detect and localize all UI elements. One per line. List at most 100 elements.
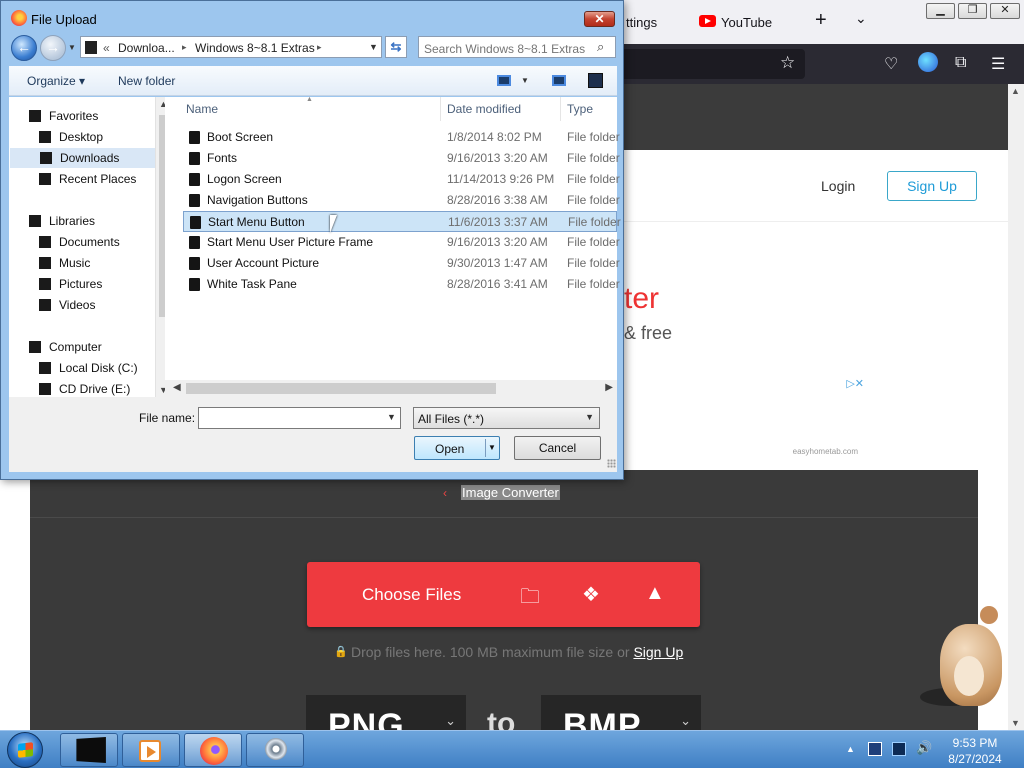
- minimize-button[interactable]: ▁: [926, 3, 955, 19]
- chevron-left-icon[interactable]: ‹: [443, 486, 447, 500]
- nav-item-recent-places[interactable]: Recent Places: [39, 169, 155, 189]
- file-row-selected[interactable]: Start Menu Button 11/6/2013 3:37 AM File f…: [183, 211, 621, 232]
- file-row[interactable]: Navigation Buttons 8/28/2016 3:38 AM File …: [183, 190, 620, 211]
- search-icon[interactable]: ⌕: [597, 39, 604, 55]
- show-hidden-icons[interactable]: ▲: [846, 744, 855, 754]
- column-divider[interactable]: [560, 97, 561, 121]
- address-segment-extras[interactable]: Windows 8~8.1 Extras: [195, 41, 315, 55]
- documents-icon: [39, 236, 51, 248]
- advertisement[interactable]: ▷✕ easyhometab.com: [620, 375, 870, 460]
- help-icon[interactable]: [588, 73, 603, 88]
- chevron-down-icon: ▼: [585, 412, 594, 422]
- file-row[interactable]: Start Menu User Picture Frame 9/16/2013 3…: [183, 232, 620, 253]
- pictures-icon: [39, 278, 51, 290]
- nav-item-cd-drive[interactable]: CD Drive (E:): [39, 379, 155, 399]
- chevron-down-icon[interactable]: ▼: [387, 412, 396, 422]
- taskbar-explorer[interactable]: [60, 733, 118, 767]
- extensions-icon[interactable]: ⧉: [955, 54, 966, 72]
- dialog-close-button[interactable]: ✕: [584, 11, 615, 27]
- signup-button[interactable]: Sign Up: [887, 171, 977, 201]
- google-drive-icon[interactable]: ▲: [645, 582, 665, 605]
- recent-locations-dropdown[interactable]: ▼: [68, 43, 76, 52]
- vpn-icon[interactable]: [918, 52, 938, 72]
- file-row[interactable]: Logon Screen 11/14/2013 9:26 PM File folde…: [183, 169, 620, 190]
- from-format-select[interactable]: PNG ⌄: [306, 695, 466, 745]
- nav-item-computer[interactable]: Computer: [29, 337, 155, 357]
- nav-item-favorites[interactable]: Favorites: [29, 106, 155, 126]
- pocket-icon[interactable]: ♡: [884, 54, 898, 74]
- address-separator[interactable]: ▸: [182, 42, 187, 53]
- open-button[interactable]: Open ▼: [414, 436, 500, 460]
- nav-item-videos[interactable]: Videos: [39, 295, 155, 315]
- address-segment-downloads[interactable]: Downloa...: [118, 41, 175, 55]
- dropbox-icon[interactable]: ❖: [582, 582, 600, 607]
- nav-item-downloads[interactable]: Downloads: [10, 148, 155, 168]
- column-header-type[interactable]: Type: [567, 102, 593, 116]
- action-center-icon[interactable]: [868, 742, 882, 756]
- folder-search-icon[interactable]: 🗀: [520, 582, 540, 616]
- volume-icon[interactable]: 🔊: [916, 740, 932, 756]
- forward-button[interactable]: →: [40, 35, 66, 61]
- column-header-date[interactable]: Date modified: [447, 102, 521, 116]
- file-row[interactable]: Fonts 9/16/2013 3:20 AM File folder: [183, 148, 620, 169]
- scroll-down-icon[interactable]: ▼: [1011, 718, 1020, 728]
- close-window-button[interactable]: ✕: [990, 3, 1020, 19]
- address-separator[interactable]: ▸: [317, 42, 322, 53]
- taskbar-media-player[interactable]: [122, 733, 180, 767]
- resize-grip[interactable]: [607, 459, 616, 468]
- file-name-input[interactable]: ▼: [198, 407, 401, 429]
- nav-item-local-disk[interactable]: Local Disk (C:): [39, 358, 155, 378]
- ad-choices-icon[interactable]: ▷✕: [846, 377, 864, 390]
- file-type-filter[interactable]: All Files (*.*) ▼: [413, 407, 600, 429]
- file-row[interactable]: White Task Pane 8/28/2016 3:41 AM File fol…: [183, 274, 620, 295]
- horizontal-scrollbar[interactable]: ◀ ▶: [165, 380, 617, 397]
- views-icon[interactable]: [497, 75, 511, 86]
- maximize-button[interactable]: ❐: [958, 3, 987, 19]
- scroll-right-icon[interactable]: ▶: [605, 382, 613, 393]
- url-bar[interactable]: [620, 49, 805, 79]
- refresh-button[interactable]: ⇆: [385, 36, 407, 58]
- column-divider[interactable]: [440, 97, 441, 121]
- address-overflow-chevron[interactable]: «: [103, 41, 110, 55]
- scroll-up-icon[interactable]: ▲: [1011, 86, 1020, 96]
- back-button[interactable]: ←: [11, 35, 37, 61]
- network-icon[interactable]: [892, 742, 906, 756]
- star-icon[interactable]: ☆: [780, 53, 795, 73]
- videos-icon: [39, 299, 51, 311]
- cancel-button[interactable]: Cancel: [514, 436, 601, 460]
- search-input[interactable]: [418, 36, 616, 58]
- address-bar[interactable]: « Downloa... ▸ Windows 8~8.1 Extras ▸ ▼: [80, 36, 382, 58]
- horizontal-scroll-thumb[interactable]: [186, 383, 496, 394]
- address-dropdown[interactable]: ▼: [369, 42, 378, 52]
- taskbar-app[interactable]: [246, 733, 304, 767]
- scroll-left-icon[interactable]: ◀: [173, 382, 181, 393]
- organize-button[interactable]: Organize ▾: [27, 74, 85, 88]
- clock[interactable]: 9:53 PM 8/27/2024: [940, 735, 1010, 767]
- star-icon: [29, 110, 41, 122]
- tab-list-button[interactable]: ⌄: [855, 10, 867, 27]
- file-row[interactable]: Boot Screen 1/8/2014 8:02 PM File folder: [183, 127, 620, 148]
- choose-files-button[interactable]: Choose Files 🗀 ❖ ▲: [307, 562, 700, 627]
- views-dropdown[interactable]: ▼: [521, 76, 529, 85]
- page-scrollbar[interactable]: ▲ ▼: [1008, 84, 1024, 730]
- start-button[interactable]: [7, 732, 43, 768]
- drop-signup-link[interactable]: Sign Up: [633, 644, 683, 660]
- column-header-name[interactable]: Name: [186, 102, 218, 116]
- menu-icon[interactable]: ☰: [991, 54, 1005, 74]
- nav-item-pictures[interactable]: Pictures: [39, 274, 155, 294]
- new-tab-button[interactable]: +: [815, 10, 827, 30]
- new-folder-button[interactable]: New folder: [118, 74, 175, 88]
- to-format-select[interactable]: BMP ⌄: [541, 695, 701, 745]
- login-link[interactable]: Login: [821, 178, 855, 194]
- open-options-dropdown[interactable]: ▼: [488, 443, 496, 452]
- nav-item-libraries[interactable]: Libraries: [29, 211, 155, 231]
- tab-youtube[interactable]: YouTube: [721, 15, 772, 30]
- nav-item-desktop[interactable]: Desktop: [39, 127, 155, 147]
- nav-item-music[interactable]: Music: [39, 253, 155, 273]
- preview-pane-icon[interactable]: [552, 75, 566, 86]
- nav-item-documents[interactable]: Documents: [39, 232, 155, 252]
- taskbar-firefox[interactable]: [184, 733, 242, 767]
- tab-settings[interactable]: ttings: [626, 15, 657, 30]
- file-row[interactable]: User Account Picture 9/30/2013 1:47 AM Fil…: [183, 253, 620, 274]
- breadcrumb-label[interactable]: Image Converter: [461, 485, 560, 500]
